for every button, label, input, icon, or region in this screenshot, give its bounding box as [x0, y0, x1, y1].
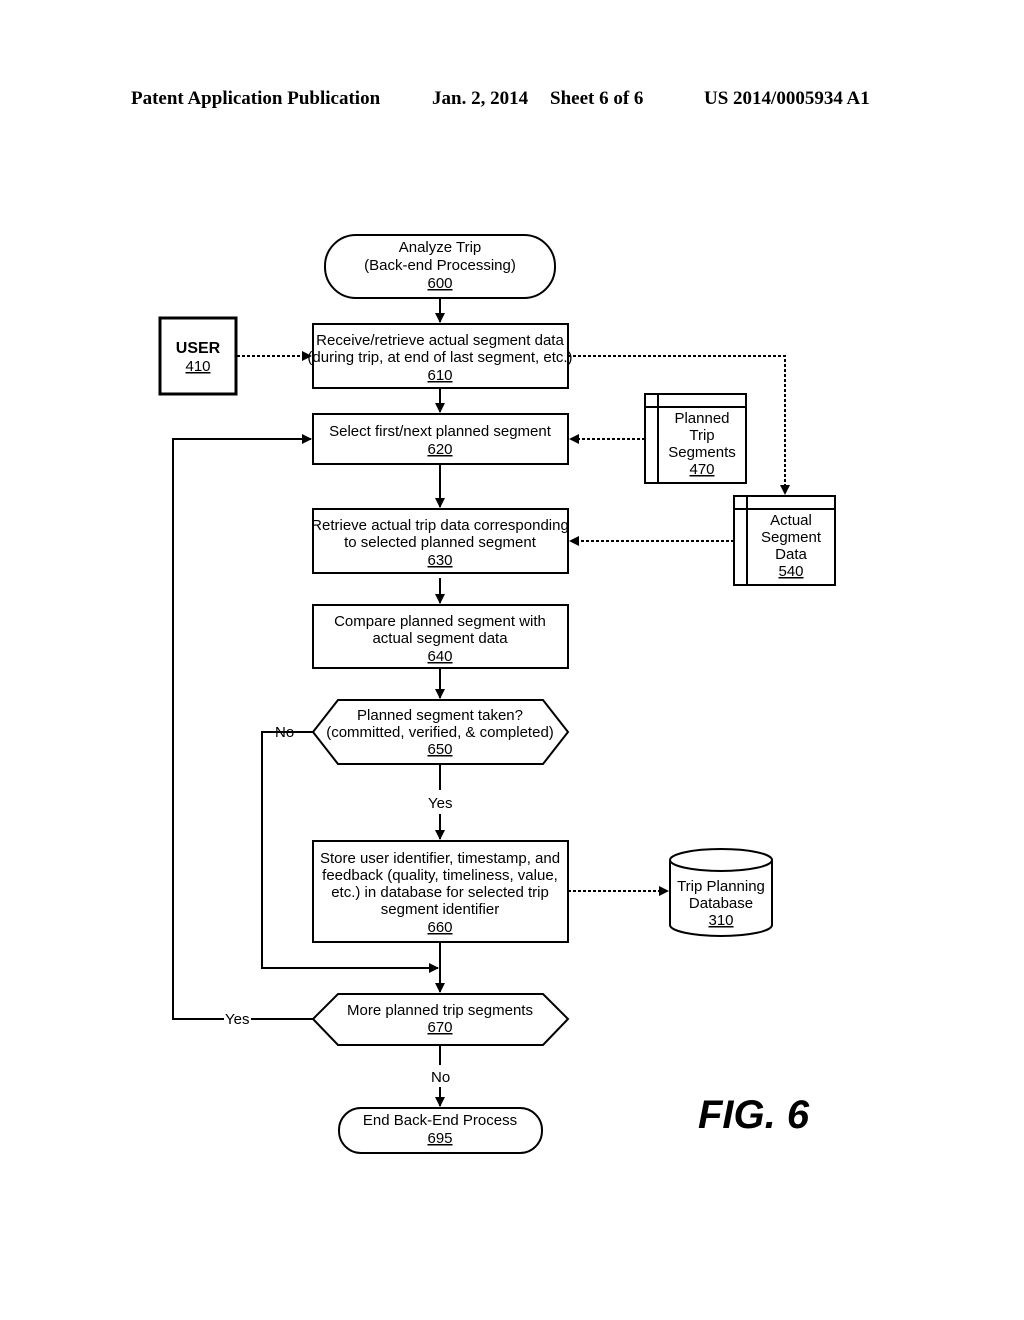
- node-ref: 695: [427, 1130, 452, 1147]
- node-ref: 310: [708, 912, 733, 929]
- node-ref: 410: [185, 358, 210, 375]
- node-610: Receive/retrieve actual segment data (du…: [307, 323, 573, 389]
- node-text: Trip: [689, 427, 714, 444]
- figure-label: FIG. 6: [698, 1093, 810, 1137]
- node-ref: 650: [427, 741, 452, 758]
- node-text: Segment: [761, 529, 822, 546]
- node-text: Database: [689, 895, 753, 912]
- node-630: Retrieve actual trip data corresponding …: [311, 508, 569, 574]
- node-ref: 640: [427, 648, 452, 665]
- node-660: Store user identifier, timestamp, and fe…: [312, 840, 569, 943]
- node-620: Select first/next planned segment 620: [312, 413, 569, 465]
- node-text: etc.) in database for selected trip: [331, 884, 549, 901]
- node-text: End Back-End Process: [363, 1112, 517, 1129]
- node-text: (during trip, at end of last segment, et…: [307, 349, 572, 366]
- database-trip-planning-310: Trip Planning Database 310: [669, 848, 773, 937]
- node-text: Trip Planning: [677, 878, 765, 895]
- node-ref: 540: [778, 563, 803, 580]
- datastore-actual-segment-data-540: Actual Segment Data 540: [733, 495, 836, 586]
- node-text: More planned trip segments: [347, 1002, 533, 1019]
- node-ref: 470: [689, 461, 714, 478]
- node-ref: 620: [427, 441, 452, 458]
- node-text: Segments: [668, 444, 736, 461]
- node-start-600: Analyze Trip (Back-end Processing) 600: [324, 234, 556, 299]
- node-text: Receive/retrieve actual segment data: [316, 332, 564, 349]
- node-ref: 600: [427, 275, 452, 292]
- node-text: (committed, verified, & completed): [326, 724, 554, 741]
- node-ref: 670: [427, 1019, 452, 1036]
- edge-label-650-no: No: [275, 724, 294, 741]
- node-text: segment identifier: [381, 901, 499, 918]
- node-670-decision: More planned trip segments 670: [311, 993, 570, 1046]
- node-650-decision: Planned segment taken? (committed, verif…: [311, 699, 570, 765]
- node-text: actual segment data: [372, 630, 508, 647]
- edge-label-670-yes: Yes: [225, 1011, 249, 1028]
- node-640: Compare planned segment with actual segm…: [312, 604, 569, 669]
- node-text: USER: [176, 340, 221, 357]
- node-text: Planned segment taken?: [357, 707, 523, 724]
- node-text: Actual: [770, 512, 812, 529]
- node-text: to selected planned segment: [344, 534, 537, 551]
- edge-label-670-no: No: [431, 1069, 450, 1086]
- node-text: Planned: [674, 410, 729, 427]
- node-text: feedback (quality, timeliness, value,: [322, 867, 558, 884]
- node-text: Data: [775, 546, 807, 563]
- node-user-410: USER 410: [158, 316, 238, 396]
- node-text: Store user identifier, timestamp, and: [320, 850, 560, 867]
- node-ref: 660: [427, 919, 452, 936]
- flowchart: Analyze Trip (Back-end Processing) 600 U…: [158, 234, 836, 1154]
- node-ref: 630: [427, 552, 452, 569]
- node-end-695: End Back-End Process 695: [338, 1107, 543, 1154]
- node-text: Analyze Trip: [399, 239, 482, 256]
- node-text: Select first/next planned segment: [329, 423, 552, 440]
- node-text: Retrieve actual trip data corresponding: [311, 517, 569, 534]
- node-text: (Back-end Processing): [364, 257, 516, 274]
- datastore-planned-trip-segments-470: Planned Trip Segments 470: [644, 393, 747, 484]
- node-text: Compare planned segment with: [334, 613, 546, 630]
- edge-label-650-yes: Yes: [428, 795, 452, 812]
- node-ref: 610: [427, 367, 452, 384]
